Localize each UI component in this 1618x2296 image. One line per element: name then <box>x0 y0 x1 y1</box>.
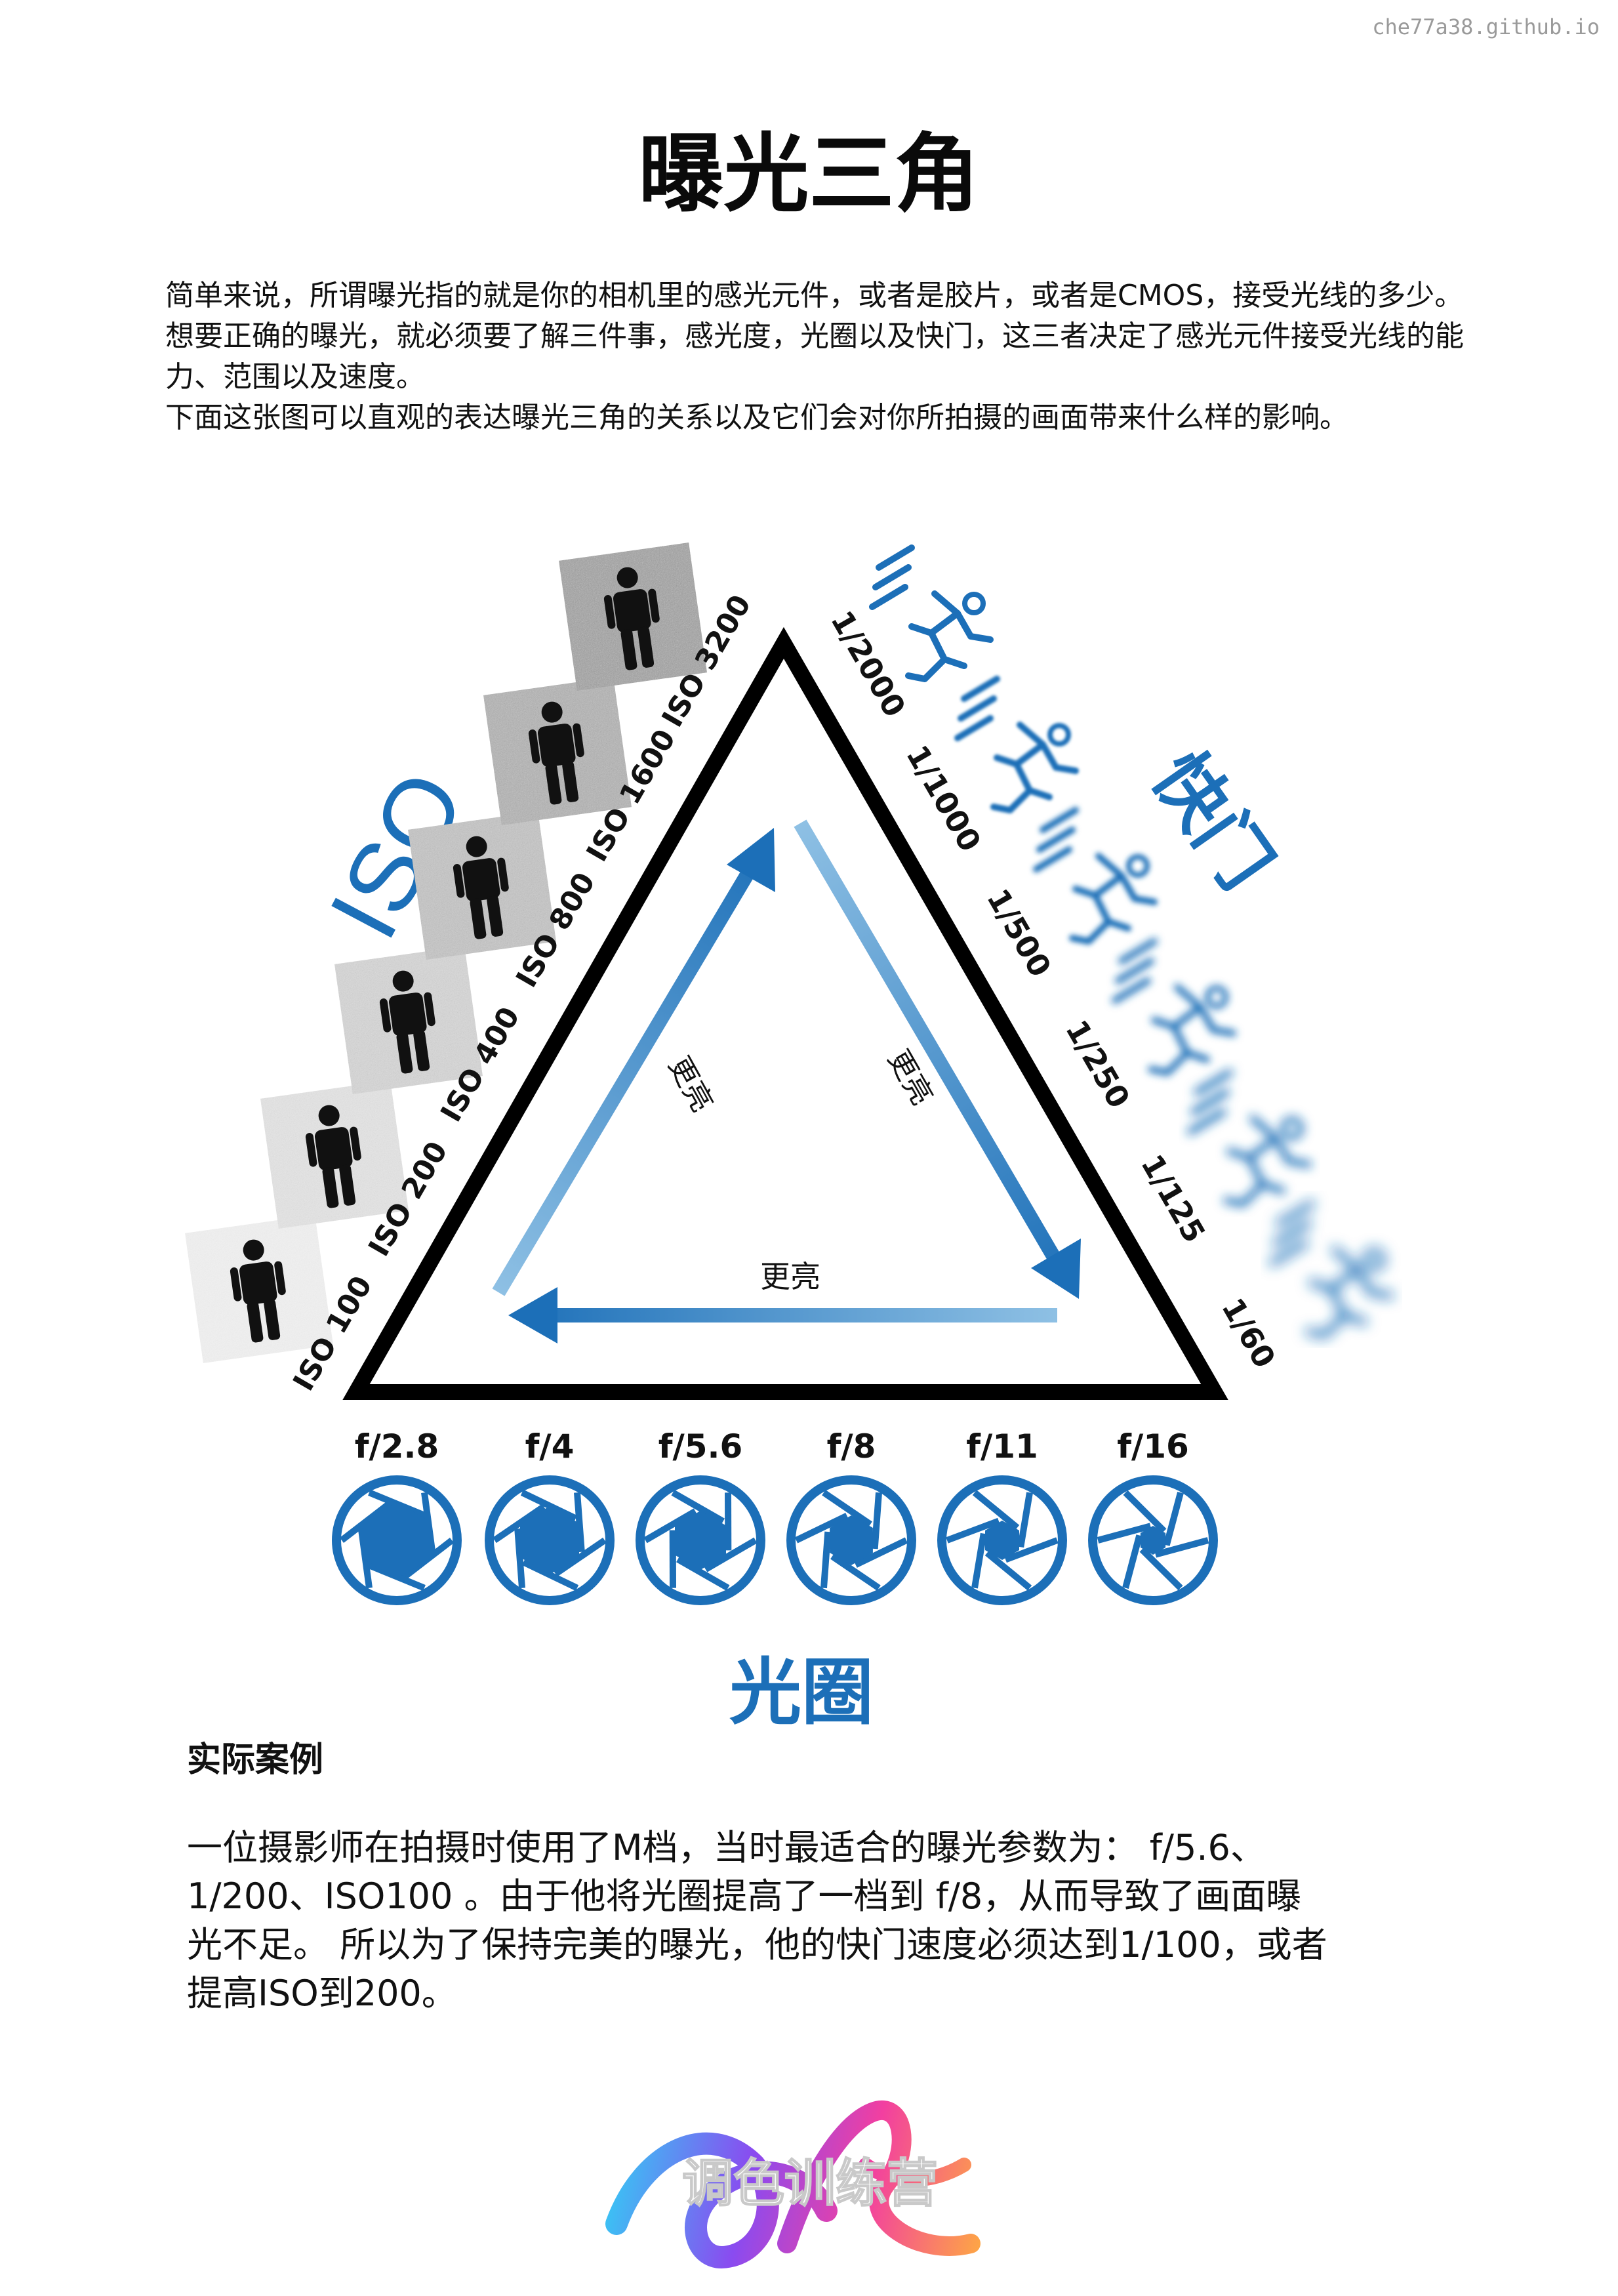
aperture-value-label: f/8 <box>827 1427 876 1466</box>
aperture-value-label: f/16 <box>1117 1427 1189 1466</box>
aperture-icon <box>1088 1475 1218 1605</box>
aperture-title: 光圈 <box>729 1650 874 1734</box>
aperture-icon <box>485 1475 615 1605</box>
case-line-2: 1/200、ISO100 。由于他将光圈提高了一档到 f/8，从而导致了画面曝 <box>187 1876 1302 1917</box>
running-figure-icon <box>869 544 994 682</box>
aperture-labels: f/2.8 f/4 f/5.6 f/8 f/11 f/16 <box>355 1427 1189 1466</box>
running-figure-icon <box>1112 938 1236 1076</box>
aperture-icon <box>332 1475 462 1605</box>
arrow-bottom-brighter <box>508 1287 1057 1343</box>
running-figure-icon <box>1269 1200 1394 1338</box>
running-figure-icon <box>954 676 1079 813</box>
shutter-value-label: 1/500 <box>980 883 1058 983</box>
aperture-icons <box>332 1475 1218 1605</box>
shutter-value-label: 1/60 <box>1215 1292 1282 1374</box>
aperture-value-label: f/5.6 <box>658 1427 743 1466</box>
shutter-value-label: 1/250 <box>1059 1014 1137 1114</box>
brighter-label-bottom: 更亮 <box>760 1259 820 1294</box>
running-figure-icon <box>1187 1069 1312 1207</box>
aperture-value-label: f/2.8 <box>355 1427 439 1466</box>
case-line-3: 光不足。 所以为了保持完美的曝光，他的快门速度必须达到1/100，或者 <box>187 1924 1327 1965</box>
case-body: 一位摄影师在拍摄时使用了M档，当时最适合的曝光参数为： f/5.6、 1/200… <box>187 1824 1433 2018</box>
shutter-value-label: 1/2000 <box>824 605 912 723</box>
case-line-1: 一位摄影师在拍摄时使用了M档，当时最适合的曝光参数为： f/5.6、 <box>187 1827 1266 1868</box>
aperture-value-label: f/4 <box>525 1427 575 1466</box>
case-heading: 实际案例 <box>187 1740 324 1780</box>
brighter-label-left: 更亮 <box>662 1051 719 1118</box>
shutter-value-label: 1/1000 <box>899 739 988 857</box>
shutter-value-label: 1/125 <box>1134 1149 1212 1248</box>
aperture-icon <box>636 1475 765 1605</box>
aperture-icon <box>937 1475 1067 1605</box>
case-line-4: 提高ISO到200。 <box>187 1973 457 2014</box>
arrow-right-brighter <box>794 819 1081 1299</box>
running-figure-icon <box>1033 807 1158 945</box>
aperture-value-label: f/11 <box>966 1427 1038 1466</box>
shutter-title: 快门 <box>1137 737 1288 904</box>
aperture-icon <box>786 1475 916 1605</box>
